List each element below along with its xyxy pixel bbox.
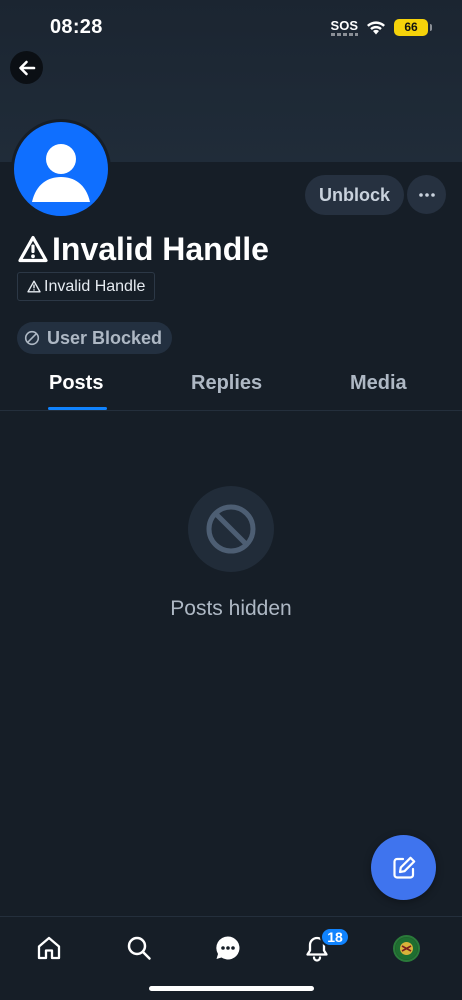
active-tab-indicator — [48, 407, 107, 410]
avatar — [392, 934, 420, 962]
handle-text: Invalid Handle — [44, 277, 146, 295]
user-blocked-pill: User Blocked — [17, 322, 173, 354]
unblock-button[interactable]: Unblock — [305, 175, 404, 215]
wifi-icon — [367, 21, 385, 35]
home-indicator — [149, 986, 314, 991]
posts-hidden-label: Posts hidden — [170, 597, 292, 620]
profile-emblem-icon — [395, 937, 417, 959]
status-bar: 08:28 SOS 66 — [0, 0, 462, 50]
nav-home[interactable] — [32, 931, 66, 965]
arrow-left-icon — [18, 60, 35, 75]
home-icon — [37, 936, 61, 960]
profile-display-name: Invalid Handle — [18, 228, 269, 270]
status-time: 08:28 — [50, 16, 103, 38]
chat-icon — [216, 936, 240, 960]
search-icon — [127, 936, 151, 960]
notifications-badge: 18 — [320, 927, 350, 947]
warning-icon — [27, 280, 41, 293]
tab-posts[interactable]: Posts — [49, 372, 103, 395]
blocked-label: User Blocked — [47, 327, 163, 348]
status-indicators: SOS 66 — [330, 16, 432, 38]
profile-avatar[interactable] — [11, 119, 111, 219]
nav-search[interactable] — [122, 931, 156, 965]
display-name-text: Invalid Handle — [52, 230, 269, 267]
more-options-button[interactable] — [407, 175, 446, 214]
profile-tabs: Posts Replies Media — [0, 360, 462, 411]
compose-icon — [392, 856, 415, 879]
sos-indicator: SOS — [330, 19, 359, 36]
ban-icon — [206, 504, 256, 554]
tab-media[interactable]: Media — [350, 372, 407, 395]
nav-chat[interactable] — [211, 931, 245, 965]
compose-post-button[interactable] — [371, 835, 436, 900]
tab-replies[interactable]: Replies — [191, 372, 262, 395]
ban-icon — [24, 330, 40, 346]
nav-profile[interactable] — [389, 931, 423, 965]
ellipsis-icon — [418, 192, 435, 197]
default-user-avatar-icon — [32, 144, 90, 202]
warning-icon — [18, 235, 48, 263]
posts-hidden-icon-circle — [188, 486, 274, 572]
back-button[interactable] — [10, 51, 43, 84]
profile-handle: Invalid Handle — [17, 272, 156, 301]
battery-indicator: 66 — [394, 18, 432, 36]
